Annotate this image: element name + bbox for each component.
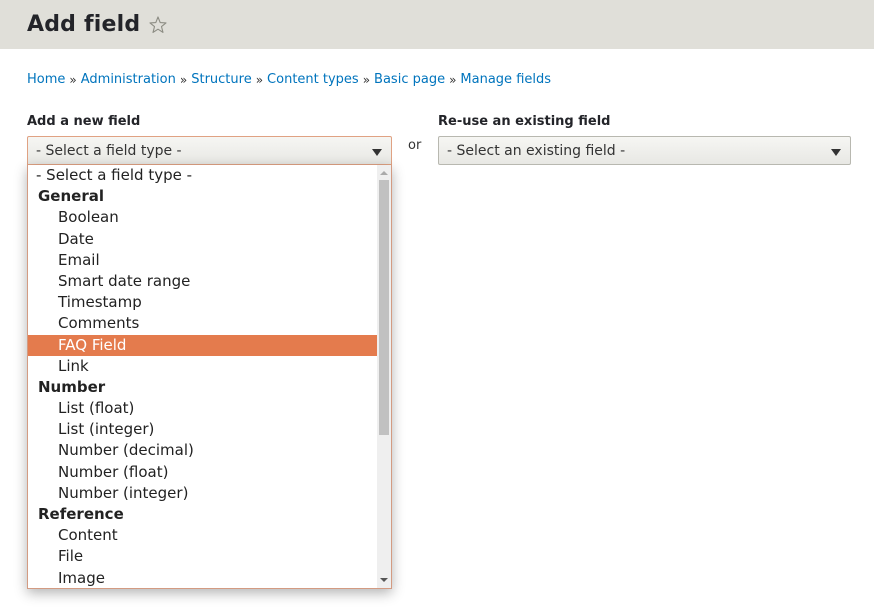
- breadcrumb-manage-fields[interactable]: Manage fields: [460, 72, 551, 87]
- dropdown-option-link[interactable]: Link: [28, 356, 391, 377]
- breadcrumb-separator: »: [362, 72, 371, 87]
- dropdown-option-number-float[interactable]: Number (float): [28, 462, 391, 483]
- dropdown-option-placeholder[interactable]: - Select a field type -: [28, 165, 391, 186]
- breadcrumb-separator: »: [449, 72, 457, 87]
- dropdown-option-boolean[interactable]: Boolean: [28, 207, 391, 228]
- chevron-down-icon: [831, 149, 841, 156]
- existing-field-select[interactable]: - Select an existing field -: [438, 136, 851, 165]
- dropdown-group-number: Number: [38, 377, 106, 396]
- scroll-up-arrow-icon[interactable]: [380, 171, 388, 175]
- dropdown-option-image[interactable]: Image: [28, 568, 391, 588]
- dropdown-scrollbar[interactable]: [377, 165, 391, 588]
- dropdown-option-smart-date-range[interactable]: Smart date range: [28, 271, 391, 292]
- existing-field-select-value: - Select an existing field -: [447, 142, 626, 159]
- breadcrumb-administration[interactable]: Administration: [81, 72, 176, 87]
- breadcrumb: Home » Administration » Structure » Cont…: [27, 72, 551, 87]
- scroll-down-arrow-icon[interactable]: [380, 578, 388, 582]
- dropdown-option-number-integer[interactable]: Number (integer): [28, 483, 391, 504]
- breadcrumb-separator: »: [69, 72, 77, 87]
- dropdown-option-list-float[interactable]: List (float): [28, 398, 391, 419]
- scrollbar-thumb[interactable]: [379, 180, 389, 435]
- breadcrumb-structure[interactable]: Structure: [191, 72, 251, 87]
- field-type-select-value: - Select a field type -: [36, 142, 182, 159]
- breadcrumb-home[interactable]: Home: [27, 72, 65, 87]
- dropdown-option-number-decimal[interactable]: Number (decimal): [28, 440, 391, 461]
- star-outline-icon[interactable]: [148, 15, 168, 35]
- field-type-dropdown-list[interactable]: - Select a field type - General Boolean Dat…: [27, 165, 392, 589]
- dropdown-option-timestamp[interactable]: Timestamp: [28, 292, 391, 313]
- dropdown-options: - Select a field type - General Boolean Dat…: [28, 165, 391, 588]
- dropdown-option-content[interactable]: Content: [28, 525, 391, 546]
- dropdown-option-date[interactable]: Date: [28, 229, 391, 250]
- breadcrumb-basic-page[interactable]: Basic page: [374, 72, 445, 87]
- reuse-existing-field-label: Re-use an existing field: [438, 114, 611, 129]
- dropdown-option-email[interactable]: Email: [28, 250, 391, 271]
- dropdown-option-list-integer[interactable]: List (integer): [28, 419, 391, 440]
- chevron-down-icon: [372, 149, 382, 156]
- page-title: Add field: [27, 12, 141, 37]
- breadcrumb-content-types[interactable]: Content types: [267, 72, 359, 87]
- field-type-select[interactable]: - Select a field type -: [27, 136, 392, 165]
- dropdown-option-file[interactable]: File: [28, 546, 391, 567]
- dropdown-option-comments[interactable]: Comments: [28, 313, 391, 334]
- dropdown-group-general: General: [38, 187, 104, 206]
- or-separator: or: [408, 138, 422, 153]
- breadcrumb-separator: »: [255, 72, 264, 87]
- dropdown-group-reference: Reference: [38, 505, 124, 523]
- breadcrumb-separator: »: [179, 72, 188, 87]
- page-header: Add field: [0, 0, 874, 49]
- dropdown-option-faq-field[interactable]: FAQ Field: [28, 334, 377, 356]
- add-new-field-label: Add a new field: [27, 114, 141, 129]
